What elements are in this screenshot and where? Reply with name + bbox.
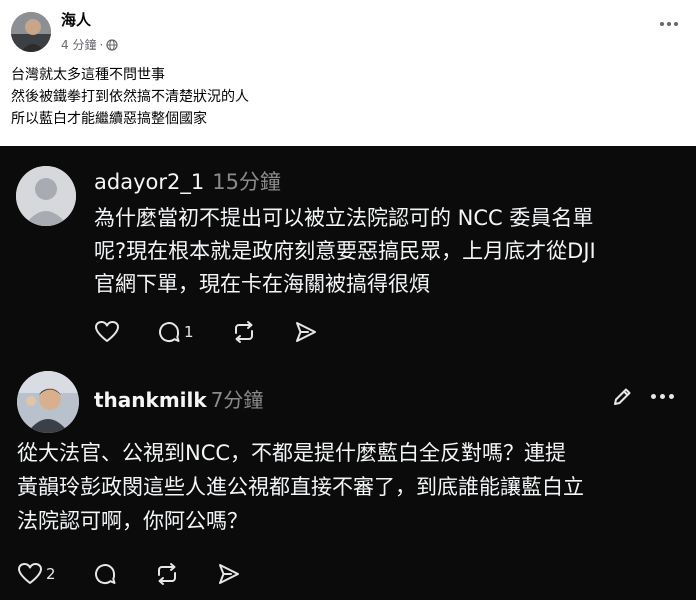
- post-line: 台灣就太多這種不問世事: [11, 67, 165, 83]
- comment1-line: 官網下單，現在卡在海關被搞得很煩: [94, 272, 430, 296]
- comment2-text: 從大法官、公視到NCC，不都是提什麼藍白全反對嗎？連提 黃韻玲彭政閔這些人進公視…: [17, 436, 687, 538]
- post-text: 台灣就太多這種不問世事 然後被鐵拳打到依然搞不清楚狀況的人 所以藍白才能繼續惡搞…: [11, 64, 249, 130]
- default-avatar[interactable]: [16, 166, 76, 226]
- post-line: 所以藍白才能繼續惡搞整個國家: [11, 111, 207, 127]
- repost-button[interactable]: [154, 562, 180, 586]
- comment2-time: 7分鐘: [210, 388, 264, 412]
- comment2-line: 法院認可啊，你阿公嗎？: [17, 509, 248, 533]
- edit-icon[interactable]: [611, 386, 633, 412]
- reply-button[interactable]: 1: [157, 320, 194, 344]
- send-icon: [218, 564, 239, 584]
- comment1-line: 呢?現在根本就是政府刻意要惡搞民眾，上月底才從DJI: [94, 239, 596, 263]
- user-avatar[interactable]: [17, 371, 79, 433]
- heart-icon: [95, 321, 119, 342]
- like-count: 2: [46, 565, 56, 583]
- share-button[interactable]: [294, 320, 318, 344]
- comment-bubble-icon: [159, 322, 180, 343]
- like-button[interactable]: [94, 320, 120, 344]
- comment2-username[interactable]: thankmilk: [94, 388, 207, 412]
- author-avatar[interactable]: [11, 12, 51, 52]
- comment2-line: 黃韻玲彭政閔這些人進公視都直接不審了，到底誰能讓藍白立: [17, 475, 584, 499]
- comment2-header: thankmilk 7分鐘: [94, 384, 263, 413]
- send-icon: [295, 322, 316, 342]
- repost-icon: [157, 563, 176, 585]
- more-options-icon[interactable]: [657, 18, 681, 30]
- post-meta: 4 分鐘 ·: [61, 36, 118, 53]
- reply-count: 1: [184, 323, 194, 341]
- more-options-icon[interactable]: [651, 394, 674, 399]
- author-name[interactable]: 海人: [61, 9, 91, 30]
- separator-dot: ·: [99, 37, 104, 52]
- comment2-actions: 2: [17, 562, 278, 586]
- comment1-text: 為什麼當初不提出可以被立法院認可的 NCC 委員名單 呢?現在根本就是政府刻意要…: [94, 202, 684, 301]
- post-time[interactable]: 4 分鐘: [61, 36, 96, 53]
- threads-screenshot: adayor2_1 15分鐘 為什麼當初不提出可以被立法院認可的 NCC 委員名單…: [0, 146, 696, 600]
- post-line: 然後被鐵拳打到依然搞不清楚狀況的人: [11, 89, 249, 105]
- globe-icon[interactable]: [106, 38, 118, 51]
- comment1-actions: 1: [94, 320, 355, 344]
- heart-icon: [18, 563, 42, 584]
- repost-button[interactable]: [231, 320, 257, 344]
- facebook-post: 海人 4 分鐘 · 台灣就太多這種不問世事 然後被鐵拳打到依然搞不清楚狀況的人 …: [0, 0, 696, 146]
- comment1-header: adayor2_1 15分鐘: [94, 166, 281, 196]
- share-button[interactable]: [217, 562, 241, 586]
- reply-button[interactable]: [93, 562, 117, 586]
- like-button[interactable]: 2: [17, 562, 56, 586]
- avatar-photo-icon: [11, 12, 51, 52]
- comment1-username[interactable]: adayor2_1: [94, 170, 204, 194]
- repost-icon: [234, 321, 253, 343]
- comment1-time: 15分鐘: [212, 170, 281, 194]
- comment2-line: 從大法官、公視到NCC，不都是提什麼藍白全反對嗎？連提: [17, 441, 567, 465]
- person-silhouette-icon: [16, 166, 76, 226]
- avatar-photo-icon: [17, 371, 79, 433]
- comment-bubble-icon: [94, 564, 116, 585]
- comment1-line: 為什麼當初不提出可以被立法院認可的 NCC 委員名單: [94, 206, 594, 230]
